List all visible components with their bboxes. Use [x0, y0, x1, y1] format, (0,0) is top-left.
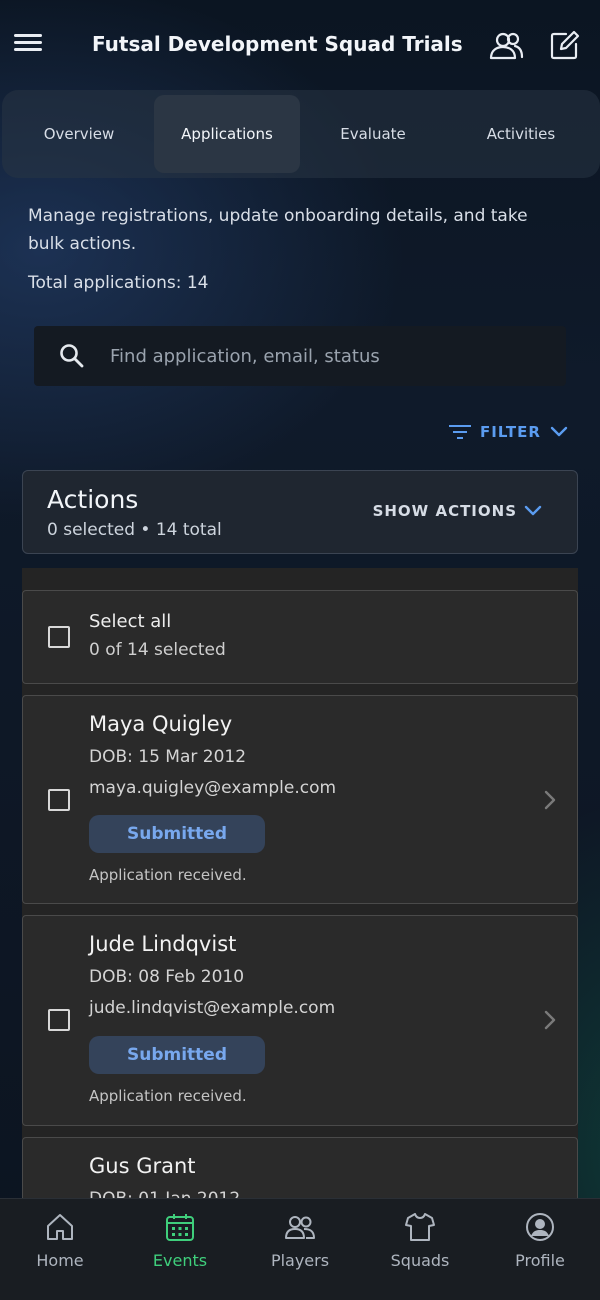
total-applications: Total applications: 14: [28, 273, 209, 293]
app-header: Futsal Development Squad Trials: [0, 0, 600, 90]
app-root: Futsal Development Squad Trials Overview…: [0, 0, 600, 1300]
select-all-label: Select all: [89, 611, 172, 632]
nav-home-label: Home: [36, 1251, 84, 1270]
filter-button[interactable]: FILTER: [448, 418, 569, 446]
application-checkbox[interactable]: [48, 1009, 70, 1031]
select-all-checkbox[interactable]: [48, 626, 70, 648]
profile-icon: [526, 1213, 554, 1241]
actions-title: Actions: [47, 485, 139, 514]
filter-icon: [449, 425, 471, 439]
chevron-down-icon: [524, 505, 542, 516]
tab-applications[interactable]: Applications: [154, 95, 300, 173]
nav-home[interactable]: Home: [0, 1211, 120, 1281]
application-card[interactable]: Jude Lindqvist DOB: 08 Feb 2010 jude.lin…: [22, 915, 578, 1126]
status-badge: Submitted: [89, 815, 265, 853]
search-input[interactable]: [110, 336, 550, 376]
players-icon: [285, 1216, 315, 1239]
search-icon: [60, 344, 84, 368]
select-all-summary: 0 of 14 selected: [89, 640, 226, 660]
applicant-name: Gus Grant: [89, 1154, 196, 1178]
shirt-icon: [405, 1213, 435, 1241]
status-badge: Submitted: [89, 1036, 265, 1074]
applicant-email: jude.lindqvist@example.com: [89, 998, 336, 1018]
applicant-email: maya.quigley@example.com: [89, 778, 337, 798]
nav-profile-label: Profile: [515, 1251, 565, 1270]
people-icon: [489, 32, 524, 60]
hamburger-icon: [14, 34, 42, 37]
home-icon: [47, 1214, 73, 1240]
applicant-dob: DOB: 15 Mar 2012: [89, 747, 247, 767]
application-note: Application received.: [89, 1087, 247, 1105]
search-bar: [34, 326, 566, 386]
nav-squads[interactable]: Squads: [360, 1211, 480, 1281]
select-all-row: Select all 0 of 14 selected: [22, 590, 578, 684]
applicant-dob: DOB: 08 Feb 2010: [89, 967, 245, 987]
actions-panel: Actions 0 selected • 14 total SHOW ACTIO…: [22, 470, 578, 554]
nav-events[interactable]: Events: [120, 1211, 240, 1281]
nav-players-label: Players: [270, 1251, 330, 1270]
chevron-right-icon[interactable]: [541, 788, 559, 812]
hamburger-icon-bar: [14, 41, 42, 44]
calendar-icon: [166, 1214, 194, 1241]
chevron-down-icon: [550, 426, 568, 437]
edit-button[interactable]: [546, 28, 582, 64]
application-card[interactable]: Maya Quigley DOB: 15 Mar 2012 maya.quigl…: [22, 695, 578, 904]
applicant-name: Maya Quigley: [89, 712, 233, 736]
application-note: Application received.: [89, 866, 247, 884]
page-description: Manage registrations, update onboarding …: [28, 206, 528, 254]
tab-overview[interactable]: Overview: [6, 95, 152, 173]
nav-events-label: Events: [152, 1251, 208, 1270]
page-title: Futsal Development Squad Trials: [92, 32, 463, 56]
applicant-name: Jude Lindqvist: [89, 932, 237, 956]
nav-squads-label: Squads: [390, 1251, 450, 1270]
selection-summary: 0 selected • 14 total: [47, 520, 222, 540]
show-actions-label: SHOW ACTIONS: [372, 502, 517, 520]
nav-players[interactable]: Players: [240, 1211, 360, 1281]
tab-activities[interactable]: Activities: [448, 95, 594, 173]
nav-profile[interactable]: Profile: [480, 1211, 600, 1281]
filter-label: FILTER: [480, 423, 541, 441]
tab-bar: Overview Applications Evaluate Activitie…: [2, 90, 600, 178]
tab-evaluate[interactable]: Evaluate: [300, 95, 446, 173]
bottom-navigation: Home Events Players Squads Profile: [0, 1198, 600, 1300]
menu-button[interactable]: [14, 30, 44, 60]
edit-icon: [550, 30, 580, 60]
participants-button[interactable]: [488, 28, 524, 64]
chevron-right-icon[interactable]: [541, 1008, 559, 1032]
show-actions-button[interactable]: SHOW ACTIONS: [373, 502, 543, 520]
hamburger-icon-bar: [14, 48, 42, 51]
application-checkbox[interactable]: [48, 789, 70, 811]
